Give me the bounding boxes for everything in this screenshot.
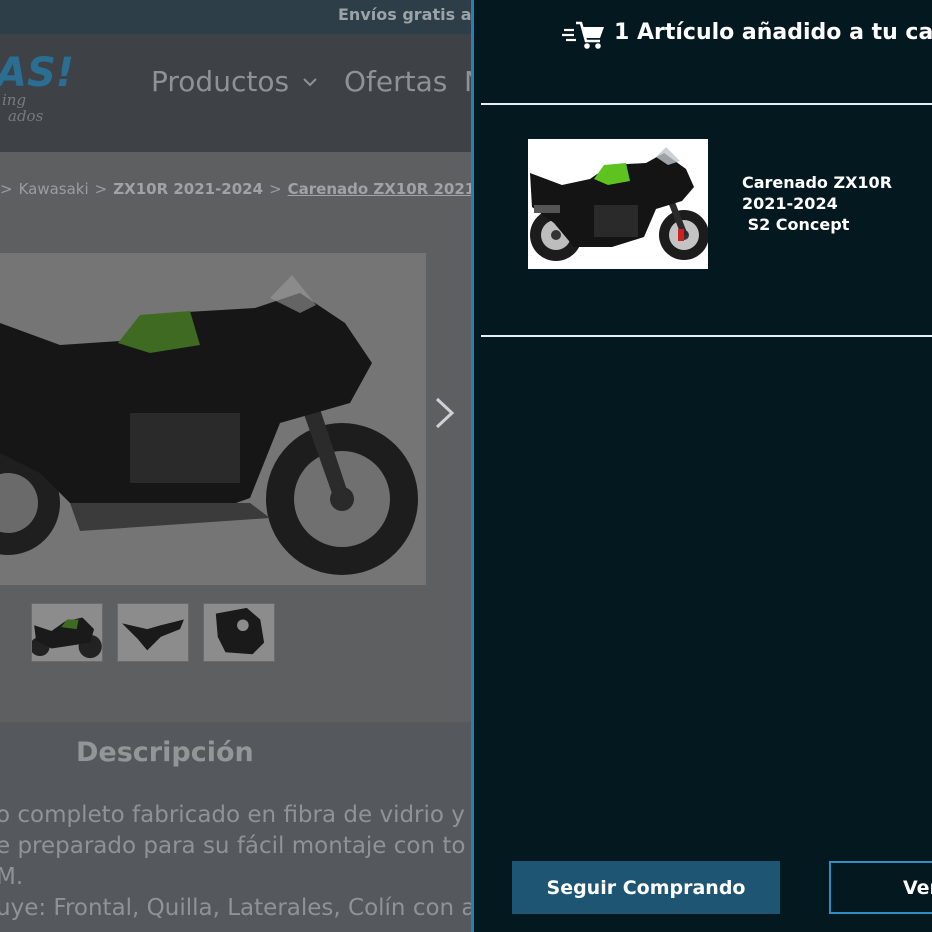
cart-item-image[interactable] [528,139,708,269]
logo[interactable]: AS! [0,50,74,96]
cart-title: 1 Artículo añadido a tu car [614,20,932,45]
breadcrumb-separator: > [94,180,108,198]
product-page-background: Envíos gratis a AS! ing ados Productos O… [0,0,472,932]
description-line: e preparado para su fácil montaje con to [0,833,466,859]
breadcrumb-separator: > [269,180,282,198]
view-cart-button[interactable]: Ver [829,861,932,914]
product-thumbnail-3[interactable] [203,603,275,662]
breadcrumb-item-model[interactable]: ZX10R 2021-2024 [113,180,263,198]
cart-divider-top [481,103,932,105]
promo-bar: Envíos gratis a [0,0,472,34]
product-thumbnail-1[interactable] [31,603,103,662]
chevron-down-icon[interactable] [302,74,318,90]
description-line: M. [0,864,24,890]
chevron-right-icon[interactable] [432,396,458,430]
cart-drawer: 1 Artículo añadido a tu car Carenado ZX1… [471,0,932,932]
breadcrumb-item-kawasaki[interactable]: Kawasaki [19,180,89,198]
cart-item-name[interactable]: Carenado ZX10R 2021-2024 S2 Concept [742,172,892,235]
nav-productos[interactable]: Productos [151,65,289,98]
continue-shopping-button[interactable]: Seguir Comprando [512,861,780,914]
description-title: Descripción [76,737,254,768]
logo-tagline: ing ados [0,92,43,124]
product-content: > Kawasaki > ZX10R 2021-2024 > Carenado ZX10R… [0,152,472,722]
description-line: uye: Frontal, Quilla, Laterales, Colín c… [0,895,472,921]
cart-icon [562,21,604,49]
breadcrumb-item-current[interactable]: Carenado ZX10R 2021-2024 [288,180,472,198]
breadcrumb-separator: > [0,180,13,198]
site-header: AS! ing ados Productos Ofertas N [0,34,472,152]
description-section: Descripción o completo fabricado en fibr… [0,722,472,932]
logo-tagline-line-1: ing [2,91,27,109]
product-thumbnail-2[interactable] [117,603,189,662]
nav-ofertas[interactable]: Ofertas [344,65,447,98]
description-line: o completo fabricado en fibra de vidrio … [0,802,472,828]
logo-tagline-line-2: ados [8,107,44,125]
promo-text: Envíos gratis a [338,5,472,24]
product-main-image[interactable] [0,253,426,585]
breadcrumb: > Kawasaki > ZX10R 2021-2024 > Carenado ZX10R… [0,180,472,198]
cart-divider-bottom [481,335,932,337]
